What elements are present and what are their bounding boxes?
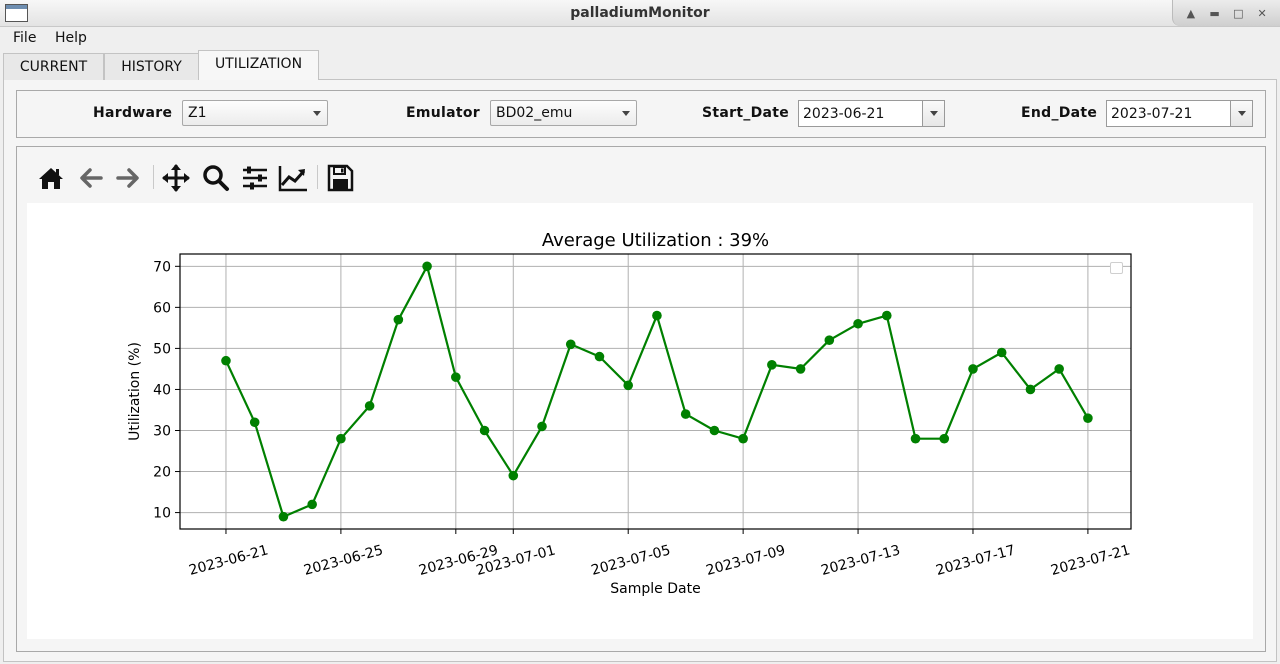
chart-legend [1110, 262, 1123, 274]
x-tick-label: 2023-07-21 [1049, 542, 1132, 579]
emulator-value: BD02_emu [496, 105, 573, 121]
data-point [996, 347, 1007, 358]
toolbar-separator [317, 165, 318, 189]
x-tick-label: 2023-07-05 [589, 542, 672, 579]
end-date-dropdown-button[interactable] [1230, 101, 1252, 126]
x-tick-label: 2023-07-09 [704, 542, 787, 579]
y-tick-label: 30 [153, 423, 171, 439]
end-date-label: End_Date [1021, 105, 1098, 121]
menu-bar: File Help [0, 27, 1280, 49]
data-point [767, 360, 777, 370]
data-point [451, 372, 461, 382]
title-bar: palladiumMonitor ▲ ▬ □ ✕ [0, 0, 1280, 27]
close-icon[interactable]: ✕ [1254, 7, 1270, 20]
data-point [565, 339, 576, 350]
back-icon[interactable] [75, 162, 107, 194]
tab-history[interactable]: HISTORY [104, 53, 199, 80]
y-tick-label: 40 [153, 382, 171, 398]
y-tick-label: 60 [153, 300, 171, 316]
menu-file[interactable]: File [13, 30, 36, 46]
zoom-icon[interactable] [200, 162, 232, 194]
data-point [221, 355, 231, 366]
x-tick-label: 2023-07-13 [819, 542, 902, 579]
data-point [594, 351, 605, 362]
end-date-value: 2023-07-21 [1111, 106, 1193, 122]
x-tick-label: 2023-06-21 [187, 542, 270, 579]
save-icon[interactable] [324, 162, 356, 194]
data-point [623, 380, 634, 391]
data-point [537, 421, 547, 432]
data-point [364, 401, 375, 411]
y-axis-label: Utilization (%) [127, 342, 143, 441]
data-point [336, 433, 346, 444]
configure-subplots-icon[interactable] [239, 162, 271, 194]
up-icon[interactable]: ▲ [1183, 7, 1199, 20]
window-controls: ▲ ▬ □ ✕ [1172, 0, 1280, 26]
plot-area-frame [179, 253, 1132, 530]
maximize-icon[interactable]: □ [1230, 7, 1246, 20]
tab-utilization[interactable]: UTILIZATION [198, 50, 319, 80]
start-date-label: Start_Date [702, 105, 790, 121]
data-point [881, 310, 892, 321]
start-date-field[interactable]: 2023-06-21 [798, 100, 945, 127]
edit-axis-icon[interactable] [277, 162, 309, 194]
utilization-chart: 10 20 30 40 50 60 70 2023-06-21 2023-06-25 2023-0… [127, 230, 1132, 597]
data-point [422, 261, 432, 272]
data-point [278, 511, 289, 522]
data-point [393, 314, 404, 325]
y-tick-label: 20 [153, 465, 171, 481]
data-point [508, 470, 519, 481]
end-date-field[interactable]: 2023-07-21 [1106, 100, 1253, 127]
data-point [939, 433, 950, 444]
y-tick-label: 50 [153, 341, 171, 357]
menu-help[interactable]: Help [55, 30, 87, 46]
data-point [824, 335, 835, 345]
y-tick-label: 10 [153, 506, 171, 522]
hardware-select[interactable]: Z1 [182, 100, 328, 126]
toolbar-separator [153, 165, 154, 189]
data-point [249, 417, 260, 428]
data-point [652, 310, 662, 321]
data-point [307, 499, 317, 510]
data-point [968, 364, 978, 374]
y-tick-label: 70 [153, 259, 171, 275]
data-point [738, 433, 748, 444]
start-date-dropdown-button[interactable] [922, 101, 944, 126]
emulator-label: Emulator [406, 105, 480, 121]
x-tick-label: 2023-07-17 [934, 542, 1017, 579]
data-point [853, 318, 863, 329]
x-tick-label: 2023-06-25 [302, 542, 385, 579]
forward-icon[interactable] [112, 162, 144, 194]
data-point [479, 425, 490, 436]
series-line [225, 265, 1089, 518]
emulator-select[interactable]: BD02_emu [490, 100, 637, 126]
hardware-label: Hardware [93, 105, 173, 121]
chart-title: Average Utilization : 39% [542, 230, 769, 251]
data-point [709, 425, 720, 436]
data-point [680, 409, 691, 419]
chevron-down-icon [622, 111, 630, 116]
hardware-value: Z1 [188, 105, 207, 121]
data-point [1083, 413, 1093, 423]
minimize-icon[interactable]: ▬ [1207, 7, 1223, 20]
x-axis-label: Sample Date [610, 581, 700, 597]
plot-canvas[interactable]: 10 20 30 40 50 60 70 2023-06-21 2023-06-25 2023-0… [27, 203, 1253, 639]
start-date-value: 2023-06-21 [803, 106, 885, 122]
data-point [910, 433, 921, 444]
data-point [795, 364, 806, 374]
pan-icon[interactable] [160, 162, 192, 194]
window-title: palladiumMonitor [570, 5, 710, 21]
data-point [1025, 384, 1036, 395]
tab-current[interactable]: CURRENT [3, 53, 104, 80]
home-icon[interactable] [35, 162, 67, 194]
chevron-down-icon [313, 111, 321, 116]
data-point [1054, 364, 1064, 374]
